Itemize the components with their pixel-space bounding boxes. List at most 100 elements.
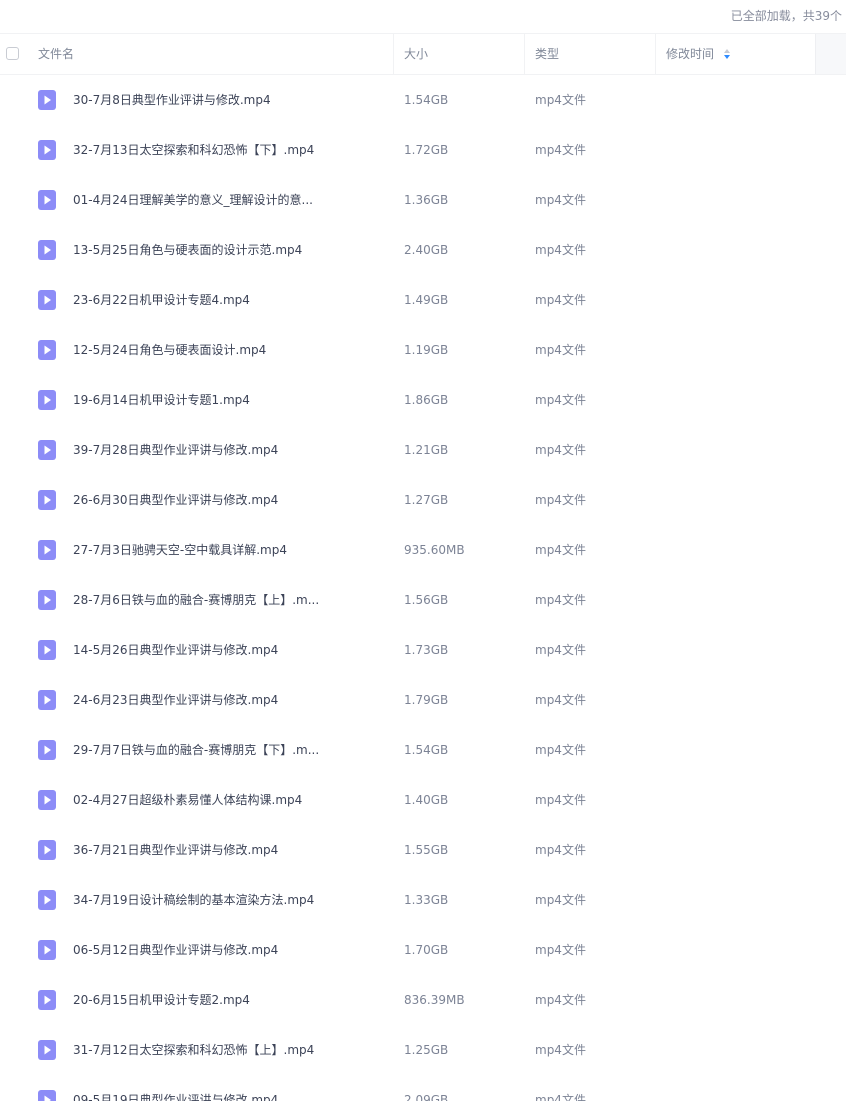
- video-file-icon: [38, 590, 56, 610]
- video-file-icon: [38, 240, 56, 260]
- file-name[interactable]: 30-7月8日典型作业评讲与修改.mp4: [73, 75, 271, 125]
- file-type: mp4文件: [535, 93, 586, 107]
- video-file-icon: [38, 840, 56, 860]
- video-file-icon: [38, 140, 56, 160]
- file-type: mp4文件: [535, 493, 586, 507]
- file-size: 1.70GB: [404, 943, 449, 957]
- file-type: mp4文件: [535, 293, 586, 307]
- file-row[interactable]: 20-6月15日机甲设计专题2.mp4 836.39MB mp4文件: [0, 975, 846, 1025]
- video-file-icon: [38, 740, 56, 760]
- file-row[interactable]: 31-7月12日太空探索和科幻恐怖【上】.mp4 1.25GB mp4文件: [0, 1025, 846, 1075]
- table-header: 文件名 大小 类型 修改时间: [0, 33, 846, 75]
- file-size: 1.49GB: [404, 293, 449, 307]
- file-name[interactable]: 23-6月22日机甲设计专题4.mp4: [73, 275, 250, 325]
- file-name[interactable]: 19-6月14日机甲设计专题1.mp4: [73, 375, 250, 425]
- file-name[interactable]: 13-5月25日角色与硬表面的设计示范.mp4: [73, 225, 302, 275]
- file-row[interactable]: 12-5月24日角色与硬表面设计.mp4 1.19GB mp4文件: [0, 325, 846, 375]
- file-name[interactable]: 29-7月7日铁与血的融合-赛博朋克【下】.m...: [73, 725, 319, 775]
- file-row[interactable]: 06-5月12日典型作业评讲与修改.mp4 1.70GB mp4文件: [0, 925, 846, 975]
- video-file-icon: [38, 290, 56, 310]
- file-list-page: 已全部加载，共39个 文件名 大小 类型 修改时间 30-7月8日典型作业评讲与…: [0, 0, 846, 1101]
- column-divider[interactable]: [393, 34, 394, 74]
- video-file-icon: [38, 90, 56, 110]
- file-row[interactable]: 28-7月6日铁与血的融合-赛博朋克【上】.m... 1.56GB mp4文件: [0, 575, 846, 625]
- file-size: 1.36GB: [404, 193, 449, 207]
- column-header-size[interactable]: 大小: [404, 34, 428, 74]
- file-size: 1.33GB: [404, 893, 449, 907]
- file-name[interactable]: 20-6月15日机甲设计专题2.mp4: [73, 975, 250, 1025]
- file-row[interactable]: 01-4月24日理解美学的意义_理解设计的意... 1.36GB mp4文件: [0, 175, 846, 225]
- file-type: mp4文件: [535, 743, 586, 757]
- file-row[interactable]: 30-7月8日典型作业评讲与修改.mp4 1.54GB mp4文件: [0, 75, 846, 125]
- file-size: 1.86GB: [404, 393, 449, 407]
- file-name[interactable]: 14-5月26日典型作业评讲与修改.mp4: [73, 625, 278, 675]
- column-divider[interactable]: [655, 34, 656, 74]
- file-row[interactable]: 36-7月21日典型作业评讲与修改.mp4 1.55GB mp4文件: [0, 825, 846, 875]
- column-header-modified[interactable]: 修改时间: [666, 34, 714, 74]
- file-size: 1.55GB: [404, 843, 449, 857]
- file-list: 30-7月8日典型作业评讲与修改.mp4 1.54GB mp4文件 32-7月13日太…: [0, 75, 846, 1101]
- file-row[interactable]: 14-5月26日典型作业评讲与修改.mp4 1.73GB mp4文件: [0, 625, 846, 675]
- column-header-type[interactable]: 类型: [535, 34, 559, 74]
- file-size: 1.21GB: [404, 443, 449, 457]
- file-name[interactable]: 12-5月24日角色与硬表面设计.mp4: [73, 325, 266, 375]
- file-name[interactable]: 01-4月24日理解美学的意义_理解设计的意...: [73, 175, 313, 225]
- file-size: 1.73GB: [404, 643, 449, 657]
- file-type: mp4文件: [535, 143, 586, 157]
- file-row[interactable]: 24-6月23日典型作业评讲与修改.mp4 1.79GB mp4文件: [0, 675, 846, 725]
- video-file-icon: [38, 340, 56, 360]
- file-name[interactable]: 09-5月19日典型作业评讲与修改.mp4: [73, 1075, 278, 1101]
- load-status: 已全部加载，共39个: [730, 9, 842, 23]
- video-file-icon: [38, 540, 56, 560]
- video-file-icon: [38, 940, 56, 960]
- file-name[interactable]: 28-7月6日铁与血的融合-赛博朋克【上】.m...: [73, 575, 319, 625]
- file-row[interactable]: 26-6月30日典型作业评讲与修改.mp4 1.27GB mp4文件: [0, 475, 846, 525]
- file-size: 1.40GB: [404, 793, 449, 807]
- file-row[interactable]: 27-7月3日驰骋天空-空中载具详解.mp4 935.60MB mp4文件: [0, 525, 846, 575]
- file-type: mp4文件: [535, 543, 586, 557]
- file-type: mp4文件: [535, 593, 586, 607]
- file-name[interactable]: 31-7月12日太空探索和科幻恐怖【上】.mp4: [73, 1025, 314, 1075]
- video-file-icon: [38, 790, 56, 810]
- video-file-icon: [38, 490, 56, 510]
- file-type: mp4文件: [535, 1093, 586, 1101]
- file-name[interactable]: 02-4月27日超级朴素易懂人体结构课.mp4: [73, 775, 302, 825]
- video-file-icon: [38, 1040, 56, 1060]
- file-row[interactable]: 23-6月22日机甲设计专题4.mp4 1.49GB mp4文件: [0, 275, 846, 325]
- file-name[interactable]: 34-7月19日设计稿绘制的基本渲染方法.mp4: [73, 875, 314, 925]
- file-row[interactable]: 02-4月27日超级朴素易懂人体结构课.mp4 1.40GB mp4文件: [0, 775, 846, 825]
- column-header-name[interactable]: 文件名: [38, 34, 74, 74]
- file-type: mp4文件: [535, 193, 586, 207]
- file-name[interactable]: 27-7月3日驰骋天空-空中载具详解.mp4: [73, 525, 287, 575]
- header-scrollbar-gutter: [815, 34, 846, 74]
- file-name[interactable]: 32-7月13日太空探索和科幻恐怖【下】.mp4: [73, 125, 314, 175]
- file-type: mp4文件: [535, 893, 586, 907]
- file-name[interactable]: 36-7月21日典型作业评讲与修改.mp4: [73, 825, 278, 875]
- file-size: 1.54GB: [404, 743, 449, 757]
- file-row[interactable]: 13-5月25日角色与硬表面的设计示范.mp4 2.40GB mp4文件: [0, 225, 846, 275]
- file-type: mp4文件: [535, 243, 586, 257]
- file-row[interactable]: 29-7月7日铁与血的融合-赛博朋克【下】.m... 1.54GB mp4文件: [0, 725, 846, 775]
- file-name[interactable]: 24-6月23日典型作业评讲与修改.mp4: [73, 675, 278, 725]
- file-row[interactable]: 09-5月19日典型作业评讲与修改.mp4 2.09GB mp4文件: [0, 1075, 846, 1101]
- file-type: mp4文件: [535, 443, 586, 457]
- video-file-icon: [38, 890, 56, 910]
- sort-icon[interactable]: [722, 48, 732, 60]
- file-row[interactable]: 19-6月14日机甲设计专题1.mp4 1.86GB mp4文件: [0, 375, 846, 425]
- file-size: 1.54GB: [404, 93, 449, 107]
- file-name[interactable]: 06-5月12日典型作业评讲与修改.mp4: [73, 925, 278, 975]
- video-file-icon: [38, 640, 56, 660]
- file-type: mp4文件: [535, 993, 586, 1007]
- file-size: 935.60MB: [404, 543, 465, 557]
- select-all-checkbox[interactable]: [6, 47, 19, 60]
- file-row[interactable]: 32-7月13日太空探索和科幻恐怖【下】.mp4 1.72GB mp4文件: [0, 125, 846, 175]
- file-type: mp4文件: [535, 943, 586, 957]
- file-row[interactable]: 34-7月19日设计稿绘制的基本渲染方法.mp4 1.33GB mp4文件: [0, 875, 846, 925]
- column-divider[interactable]: [524, 34, 525, 74]
- video-file-icon: [38, 690, 56, 710]
- file-size: 1.27GB: [404, 493, 449, 507]
- file-name[interactable]: 39-7月28日典型作业评讲与修改.mp4: [73, 425, 278, 475]
- file-name[interactable]: 26-6月30日典型作业评讲与修改.mp4: [73, 475, 278, 525]
- file-row[interactable]: 39-7月28日典型作业评讲与修改.mp4 1.21GB mp4文件: [0, 425, 846, 475]
- file-type: mp4文件: [535, 693, 586, 707]
